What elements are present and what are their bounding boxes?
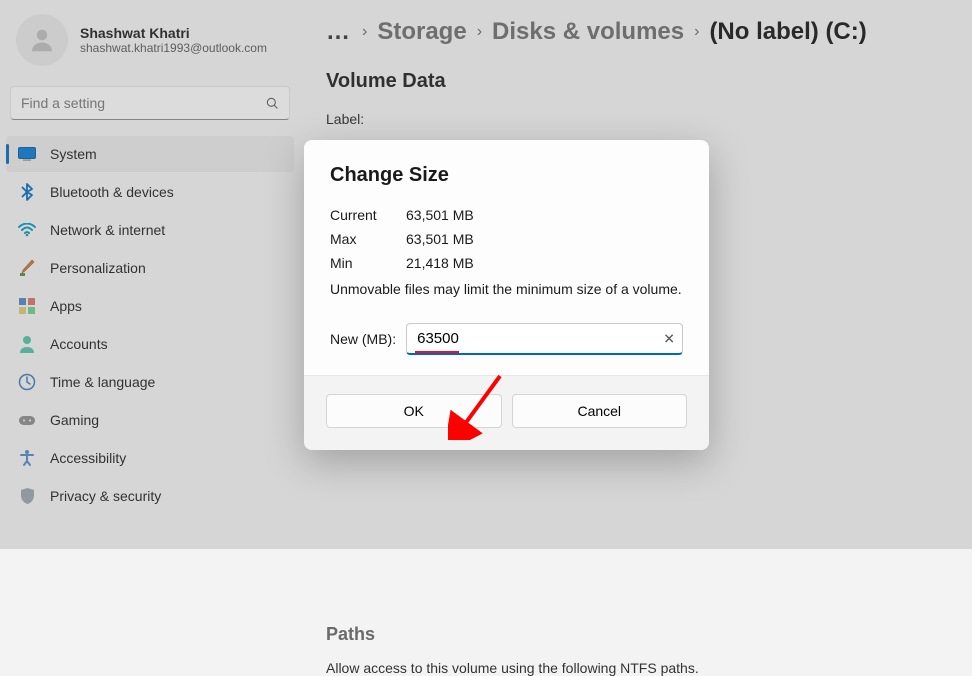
cancel-button[interactable]: Cancel — [512, 394, 688, 428]
change-size-dialog: Change Size Current 63,501 MB Max 63,501… — [304, 140, 709, 450]
row-current-val: 63,501 MB — [406, 207, 474, 223]
dialog-title: Change Size — [330, 164, 683, 187]
ok-button[interactable]: OK — [326, 394, 502, 428]
row-min-val: 21,418 MB — [406, 255, 474, 271]
dialog-hint: Unmovable files may limit the minimum si… — [330, 281, 683, 297]
paths-desc: Allow access to this volume using the fo… — [326, 660, 699, 676]
paths-heading: Paths — [326, 624, 375, 645]
row-current-key: Current — [330, 207, 388, 223]
row-min-key: Min — [330, 255, 388, 271]
row-max-val: 63,501 MB — [406, 231, 474, 247]
spellcheck-underline — [415, 351, 459, 353]
clear-input-icon[interactable]: ✕ — [663, 331, 675, 348]
new-size-label: New (MB): — [330, 331, 396, 347]
row-max-key: Max — [330, 231, 388, 247]
